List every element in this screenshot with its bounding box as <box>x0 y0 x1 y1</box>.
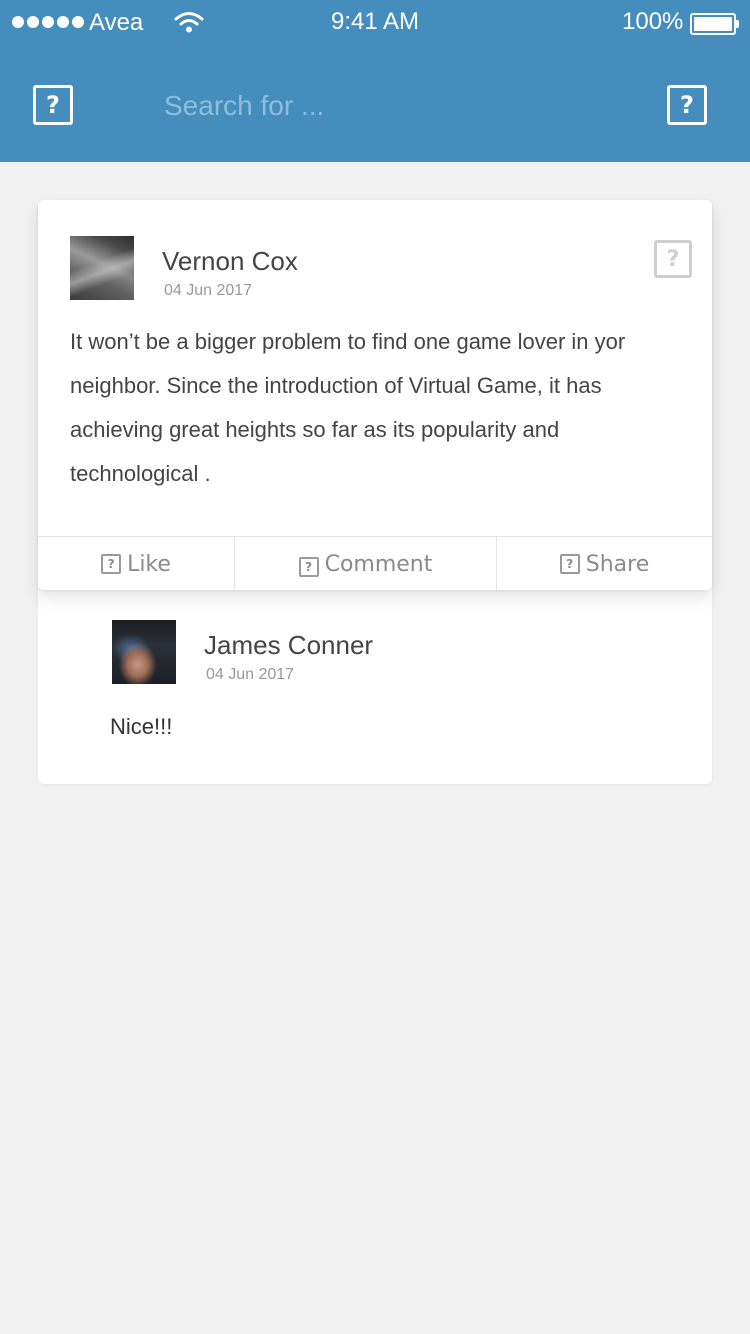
header-action-button[interactable]: ? <box>667 85 707 125</box>
comment-button[interactable]: ? Comment <box>235 537 497 591</box>
comment-date: 04 Jun 2017 <box>206 666 295 683</box>
menu-button[interactable]: ? <box>33 85 73 125</box>
post-actions-bar: ? Like ? Comment ? Share <box>38 536 712 591</box>
question-icon: ? <box>46 91 60 119</box>
comment-icon: ? <box>298 557 319 577</box>
comment-author-name[interactable]: James Conner <box>204 630 373 661</box>
status-bar: Avea 9:41 AM 100% <box>0 0 750 48</box>
battery-icon <box>690 13 736 35</box>
like-icon: ? <box>101 554 122 574</box>
comment-avatar[interactable] <box>112 620 176 684</box>
post-card: Vernon Cox 04 Jun 2017 ? It won’t be a b… <box>38 200 712 784</box>
question-icon: ? <box>680 91 694 119</box>
post-date: 04 Jun 2017 <box>164 282 253 299</box>
comment-text: Nice!!! <box>110 714 173 739</box>
share-label: Share <box>585 551 650 577</box>
post-options-button[interactable]: ? <box>654 240 692 278</box>
post-body-text: It won’t be a bigger problem to find one… <box>70 329 626 486</box>
app-header: Avea 9:41 AM 100% ? ? <box>0 0 750 162</box>
comment-label: Comment <box>324 551 433 577</box>
like-button[interactable]: ? Like <box>38 537 235 591</box>
share-icon: ? <box>559 554 580 574</box>
question-icon: ? <box>666 246 680 272</box>
post: Vernon Cox 04 Jun 2017 ? It won’t be a b… <box>38 200 712 591</box>
like-label: Like <box>127 551 171 577</box>
share-button[interactable]: ? Share <box>497 537 712 591</box>
avatar[interactable] <box>70 236 134 300</box>
battery-percentage: 100% <box>622 8 684 35</box>
post-author-name[interactable]: Vernon Cox <box>162 246 298 277</box>
search-input[interactable] <box>164 84 624 128</box>
